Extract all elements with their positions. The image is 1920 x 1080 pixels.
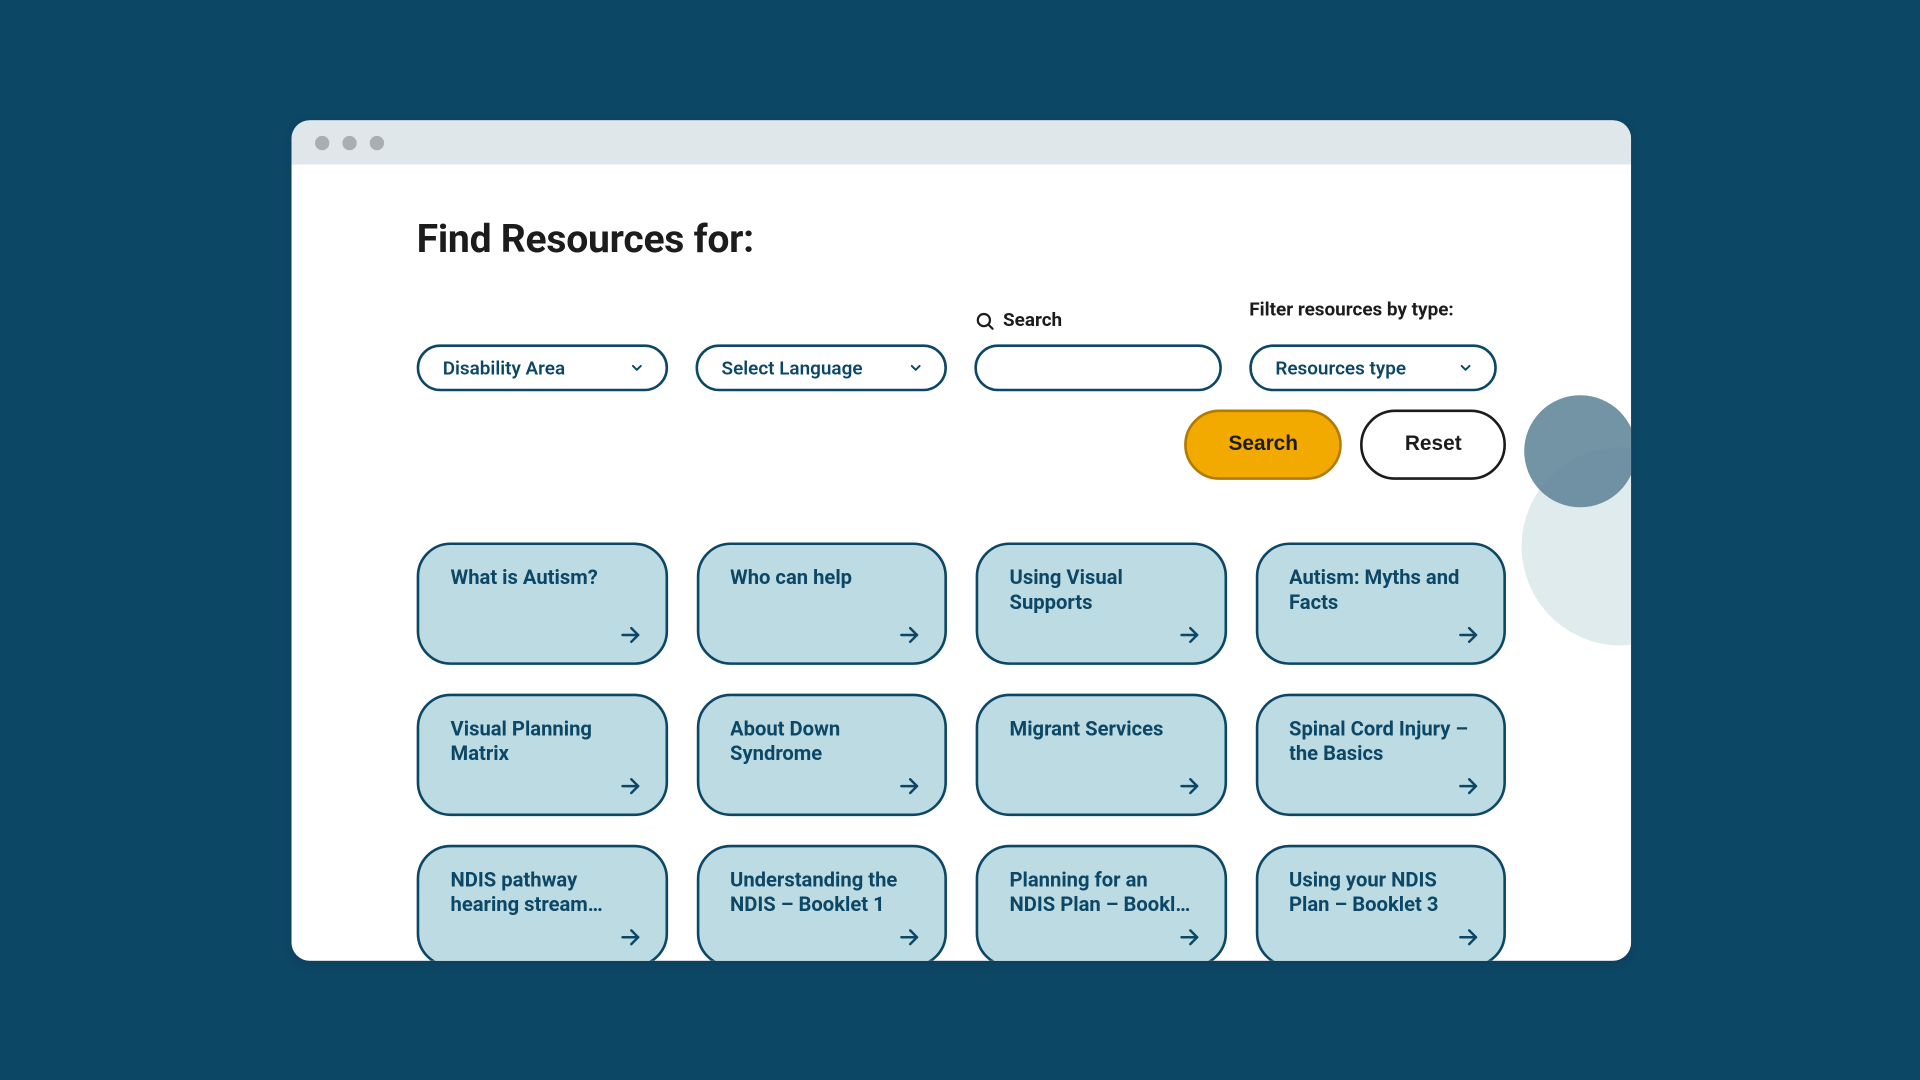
arrow-right-icon (897, 925, 920, 948)
resource-card-title: Using your NDIS Plan – Booklet 3 (1289, 868, 1477, 917)
resource-card[interactable]: Who can help (696, 542, 947, 664)
arrow-right-icon (1456, 925, 1479, 948)
language-label: Select Language (722, 356, 863, 378)
disability-area-label: Disability Area (443, 356, 565, 378)
resource-card[interactable]: What is Autism? (417, 542, 668, 664)
arrow-right-icon (897, 623, 920, 646)
resource-card-title: Spinal Cord Injury – the Basics (1289, 717, 1477, 766)
arrow-right-icon (897, 774, 920, 797)
traffic-light-zoom[interactable] (370, 135, 384, 149)
search-label-row: Search (974, 309, 1222, 331)
resource-card[interactable]: Spinal Cord Injury – the Basics (1255, 693, 1506, 815)
resource-card-title: NDIS pathway hearing stream… (451, 868, 639, 917)
language-select[interactable]: Select Language (695, 344, 946, 391)
window-titlebar (292, 120, 1631, 164)
traffic-light-minimize[interactable] (342, 135, 356, 149)
resources-type-select[interactable]: Resources type (1249, 344, 1497, 391)
search-column: Search (974, 309, 1222, 391)
chevron-down-icon (1458, 360, 1474, 376)
type-group-label: Filter resources by type: (1249, 298, 1497, 320)
cards-grid: What is Autism? Who can help Using Visual … (417, 542, 1506, 960)
resource-card-title: Planning for an NDIS Plan – Bookl… (1010, 868, 1198, 917)
arrow-right-icon (1456, 623, 1479, 646)
search-input[interactable] (974, 344, 1222, 391)
resource-card-title: Migrant Services (1010, 717, 1198, 742)
arrow-right-icon (1456, 774, 1479, 797)
resource-card[interactable]: Migrant Services (976, 693, 1227, 815)
browser-window: Find Resources for: Disability Area Sele… (292, 120, 1631, 960)
resource-card-title: About Down Syndrome (730, 717, 918, 766)
chevron-down-icon (908, 360, 924, 376)
search-label: Search (1003, 309, 1062, 331)
reset-button[interactable]: Reset (1361, 409, 1506, 479)
resource-card[interactable]: Autism: Myths and Facts (1255, 542, 1506, 664)
resource-card[interactable]: Using your NDIS Plan – Booklet 3 (1255, 844, 1506, 960)
type-column: Filter resources by type: Resources type (1249, 298, 1497, 391)
arrow-right-icon (618, 623, 641, 646)
arrow-right-icon (1177, 925, 1200, 948)
resource-card[interactable]: NDIS pathway hearing stream… (417, 844, 668, 960)
arrow-right-icon (618, 925, 641, 948)
resource-card-title: Understanding the NDIS – Booklet 1 (730, 868, 918, 917)
actions-row: Search Reset (417, 409, 1506, 479)
filters-row: Disability Area Select Language (417, 298, 1506, 391)
traffic-light-close[interactable] (315, 135, 329, 149)
page-title: Find Resources for: (417, 216, 1506, 262)
stage: Find Resources for: Disability Area Sele… (0, 6, 1920, 1073)
resource-card[interactable]: Using Visual Supports (976, 542, 1227, 664)
resource-card[interactable]: Planning for an NDIS Plan – Bookl… (976, 844, 1227, 960)
resource-card-title: Who can help (730, 565, 918, 590)
arrow-right-icon (618, 774, 641, 797)
search-icon (974, 309, 995, 330)
resource-card-title: Visual Planning Matrix (451, 717, 639, 766)
resource-card[interactable]: About Down Syndrome (696, 693, 947, 815)
disability-area-select[interactable]: Disability Area (417, 344, 668, 391)
resource-card[interactable]: Visual Planning Matrix (417, 693, 668, 815)
resource-card-title: Using Visual Supports (1010, 565, 1198, 614)
chevron-down-icon (629, 360, 645, 376)
resource-card-title: What is Autism? (451, 565, 639, 590)
resource-card[interactable]: Understanding the NDIS – Booklet 1 (696, 844, 947, 960)
resources-type-label: Resources type (1275, 356, 1406, 378)
resource-card-title: Autism: Myths and Facts (1289, 565, 1477, 614)
arrow-right-icon (1177, 623, 1200, 646)
search-button[interactable]: Search (1184, 409, 1342, 479)
page-content: Find Resources for: Disability Area Sele… (292, 164, 1631, 960)
arrow-right-icon (1177, 774, 1200, 797)
